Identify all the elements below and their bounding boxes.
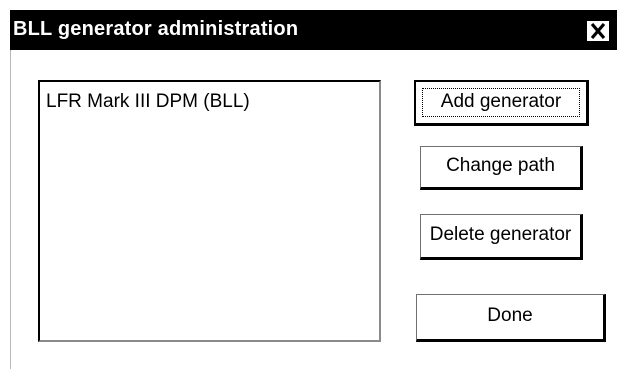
delete-generator-button[interactable]: Delete generator xyxy=(420,214,583,260)
delete-generator-label: Delete generator xyxy=(429,224,572,245)
title-bar[interactable]: BLL generator administration xyxy=(10,10,617,50)
bll-generator-dialog: BLL generator administration LFR Mark II… xyxy=(0,0,617,369)
close-button[interactable] xyxy=(587,21,609,41)
change-path-label: Change path xyxy=(446,155,555,176)
close-icon xyxy=(590,22,606,40)
focus-rectangle: Add generator xyxy=(422,88,580,117)
window-title: BLL generator administration xyxy=(13,18,299,40)
window-left-border xyxy=(10,50,11,369)
list-item[interactable]: LFR Mark III DPM (BLL) xyxy=(46,91,250,113)
done-label: Done xyxy=(487,305,533,326)
done-button[interactable]: Done xyxy=(416,294,606,342)
change-path-button[interactable]: Change path xyxy=(420,146,583,190)
generator-listbox[interactable]: LFR Mark III DPM (BLL) xyxy=(38,80,381,342)
add-generator-label: Add generator xyxy=(440,91,562,112)
add-generator-button[interactable]: Add generator xyxy=(414,80,589,126)
